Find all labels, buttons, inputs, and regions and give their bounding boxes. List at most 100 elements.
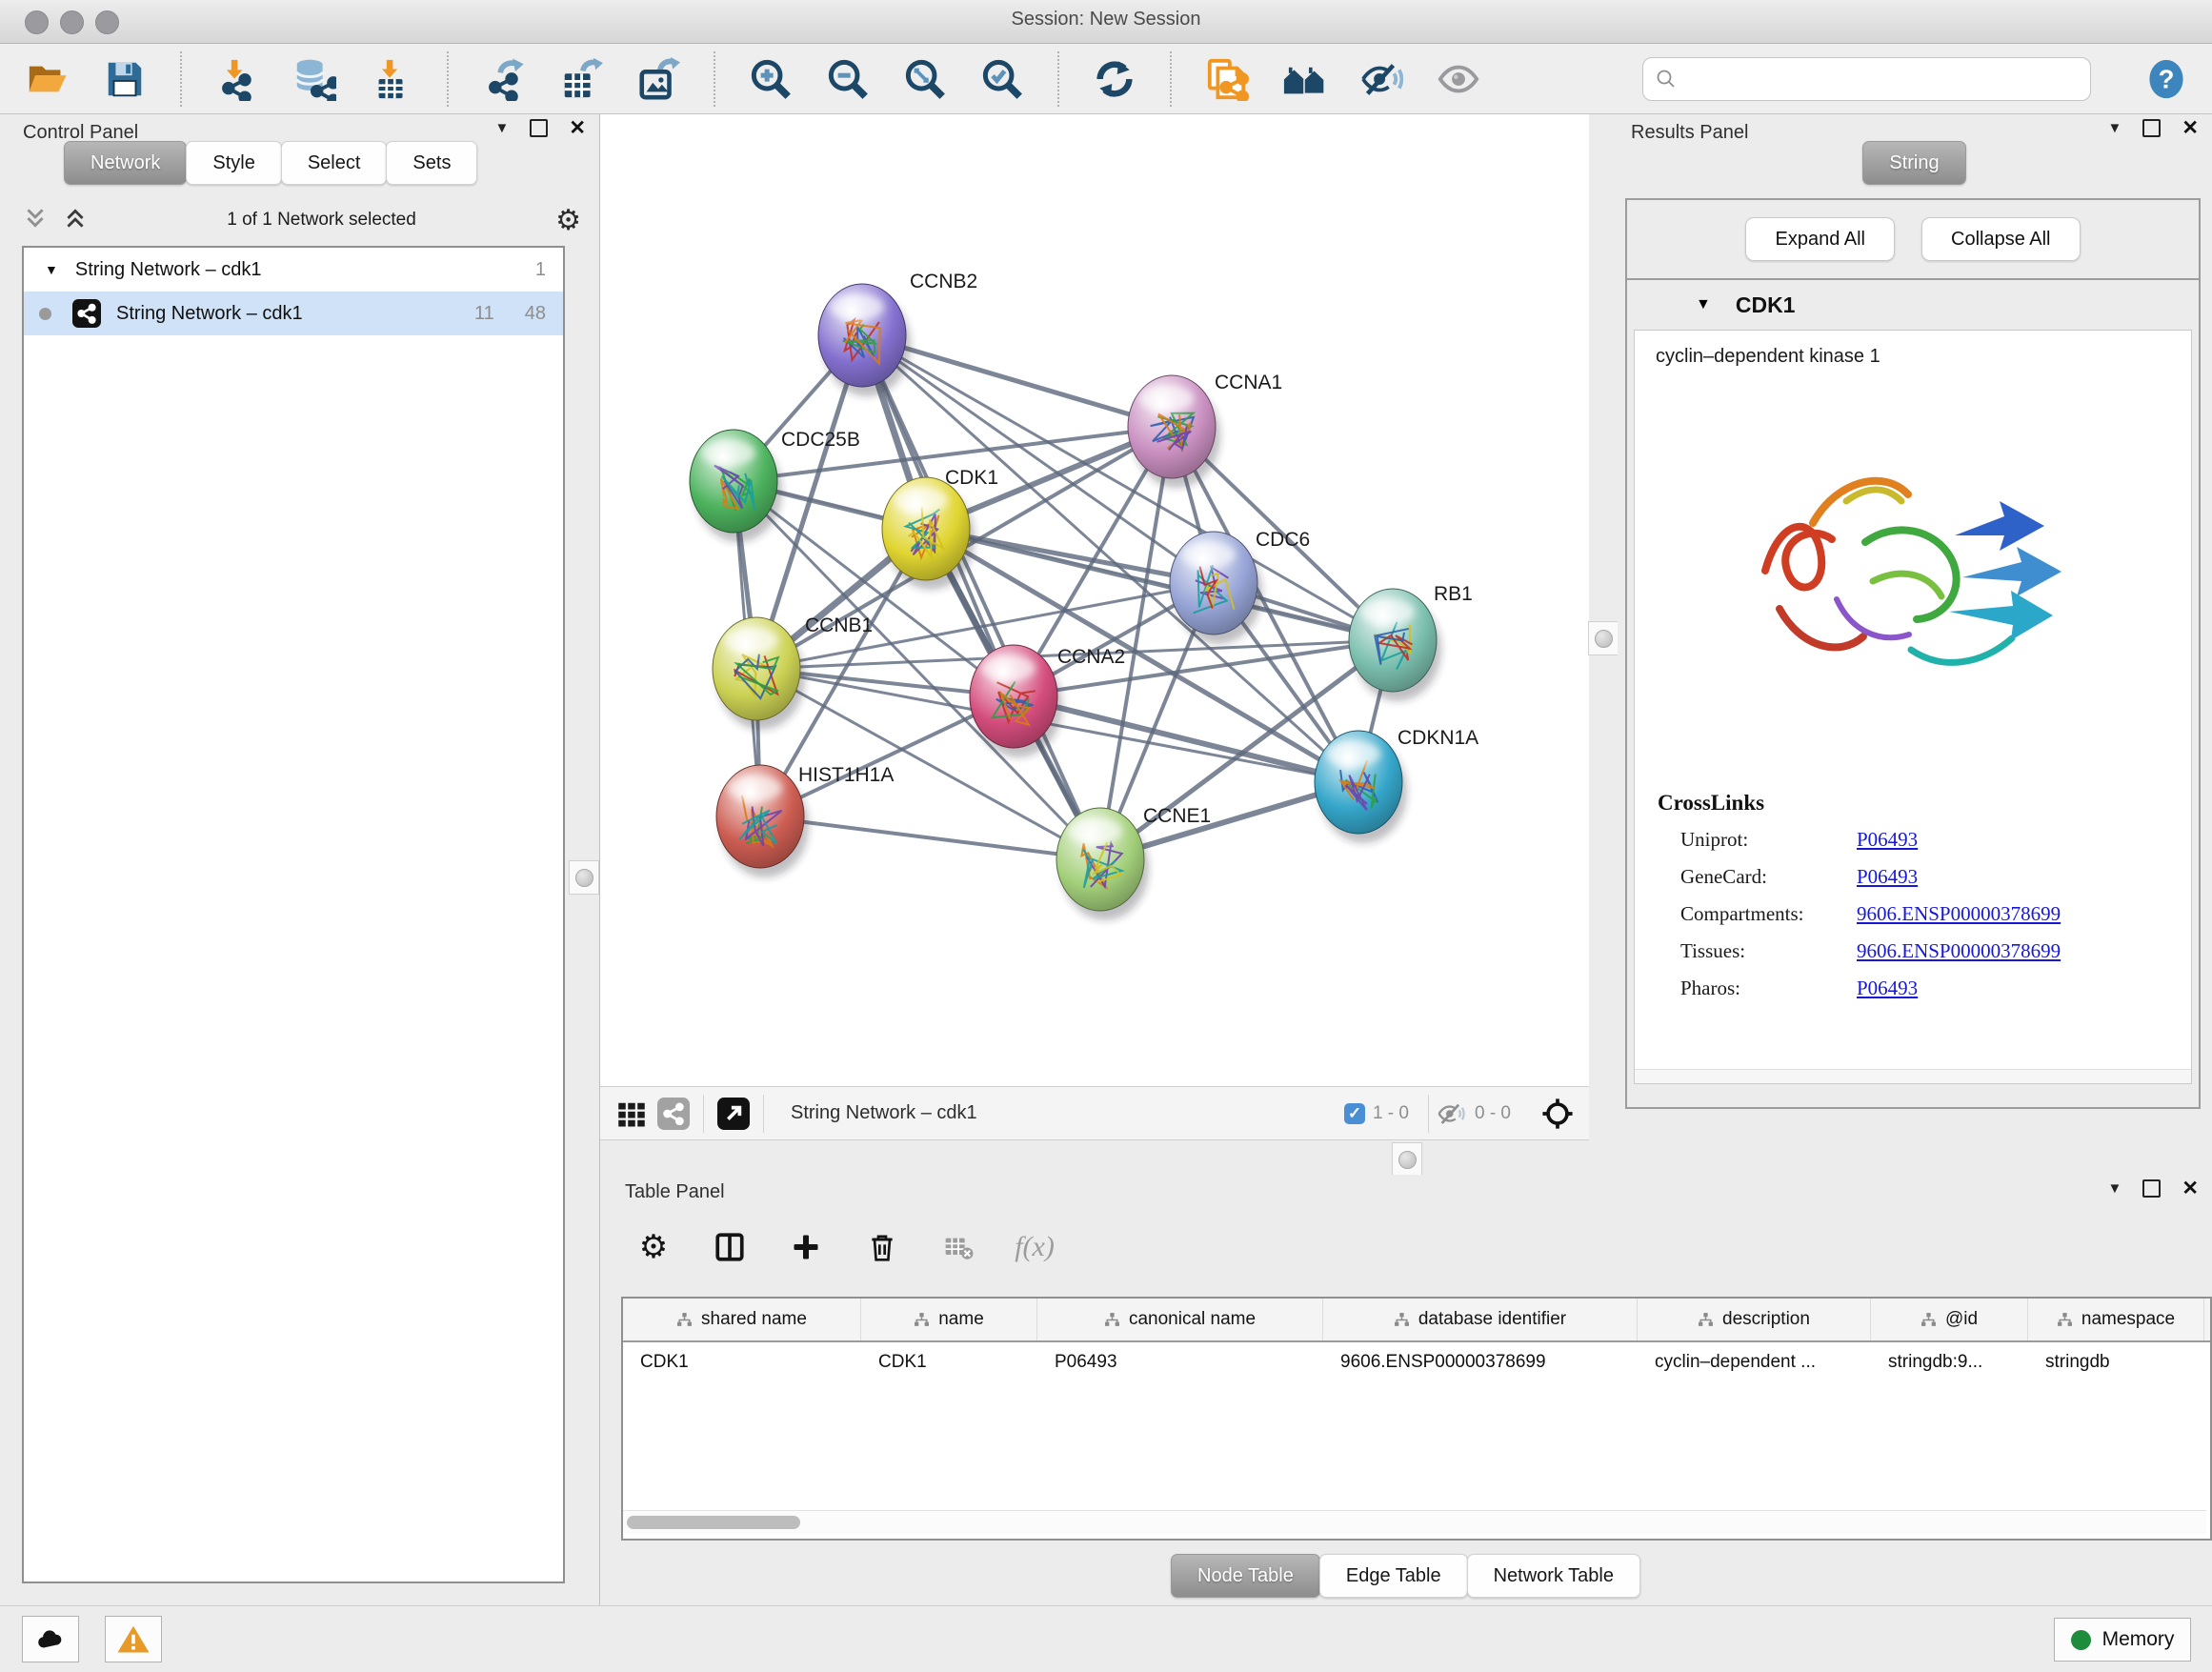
center-view-crosshair-icon[interactable] — [1541, 1098, 1574, 1130]
clone-network-button[interactable] — [1204, 56, 1250, 102]
hidden-elements-eye-slash-icon — [1435, 1098, 1467, 1130]
crosslink-value-link[interactable]: P06493 — [1857, 828, 1918, 852]
column-header-description[interactable]: description — [1638, 1299, 1871, 1340]
export-table-button[interactable] — [558, 56, 604, 102]
tab-style[interactable]: Style — [186, 141, 281, 185]
network-node-RB1[interactable] — [1349, 589, 1441, 701]
tab-select[interactable]: Select — [281, 141, 388, 185]
save-icon — [103, 57, 147, 101]
expand-all-button[interactable]: Expand All — [1745, 217, 1895, 261]
table-scrollbar-thumb[interactable] — [627, 1516, 800, 1529]
hide-selected-button[interactable] — [1358, 56, 1404, 102]
cloud-status-button[interactable] — [22, 1616, 79, 1662]
control-panel: Control Panel ▼ ✕ NetworkStyleSelectSets… — [0, 114, 600, 1605]
open-in-new-window-icon[interactable] — [717, 1098, 750, 1130]
network-node-CCNB2[interactable] — [818, 284, 911, 396]
selected-nodes-checkbox[interactable]: ✓ — [1344, 1103, 1365, 1124]
crosslink-value-link[interactable]: 9606.ENSP00000378699 — [1857, 939, 2061, 963]
table-panel-close-icon[interactable]: ✕ — [2182, 1178, 2199, 1199]
right-splitter[interactable] — [1589, 114, 1618, 1153]
results-scrollbar[interactable] — [1635, 1069, 2191, 1083]
table-panel-float-icon[interactable] — [2142, 1179, 2161, 1198]
column-header-shared-name[interactable]: shared name — [623, 1299, 861, 1340]
crosslink-value-link[interactable]: P06493 — [1857, 865, 1918, 889]
network-edge[interactable] — [760, 816, 1100, 859]
birdseye-view-grid-icon[interactable] — [615, 1098, 648, 1130]
column-header-database-identifier[interactable]: database identifier — [1323, 1299, 1638, 1340]
memory-button[interactable]: Memory — [2054, 1618, 2191, 1662]
open-session-button[interactable] — [25, 56, 70, 102]
gene-section-header[interactable]: ▼ CDK1 — [1627, 280, 2199, 330]
zoom-in-button[interactable] — [748, 56, 794, 102]
network-options-gear-icon[interactable]: ⚙ — [555, 204, 581, 237]
column-header-canonical-name[interactable]: canonical name — [1037, 1299, 1323, 1340]
network-node-CCNB1[interactable] — [713, 617, 805, 730]
control-panel-menu-caret-icon[interactable]: ▼ — [495, 120, 510, 136]
table-options-gear-icon[interactable]: ⚙ — [634, 1228, 673, 1266]
crosslink-value-link[interactable]: P06493 — [1857, 977, 1918, 1000]
network-edge[interactable] — [862, 335, 1100, 859]
network-canvas[interactable]: CCNB2CCNA1CDC25BCDK1CDC6RB1CCNB1CCNA2CDK… — [600, 114, 1589, 1086]
search-box[interactable] — [1642, 57, 2091, 101]
network-row[interactable]: String Network – cdk1 11 48 — [24, 292, 563, 335]
selected-counts: 1 - 0 — [1373, 1103, 1409, 1124]
zoom-out-button[interactable] — [825, 56, 871, 102]
tab-network[interactable]: Network — [64, 141, 187, 185]
table-row[interactable]: CDK1CDK1P064939606.ENSP00000378699cyclin… — [623, 1342, 2210, 1382]
apply-layout-button[interactable] — [1092, 56, 1137, 102]
crosslink-value-link[interactable]: 9606.ENSP00000378699 — [1857, 902, 2061, 926]
zoom-fit-button[interactable] — [902, 56, 948, 102]
expand-all-networks-icon[interactable] — [63, 206, 88, 235]
search-input[interactable] — [1685, 68, 2079, 90]
tab-edge-table[interactable]: Edge Table — [1319, 1554, 1468, 1598]
warnings-button[interactable] — [105, 1616, 162, 1662]
tab-network-table[interactable]: Network Table — [1467, 1554, 1640, 1598]
export-network-button[interactable] — [481, 56, 527, 102]
network-node-HIST1H1A[interactable] — [716, 765, 809, 877]
table-panel-menu-caret-icon[interactable]: ▼ — [2108, 1180, 2122, 1197]
results-panel-float-icon[interactable] — [2142, 119, 2161, 137]
network-node-CDC25B[interactable] — [690, 430, 782, 542]
gene-section: ▼ CDK1 cyclin–dependent kinase 1 — [1625, 278, 2201, 1109]
save-session-button[interactable] — [102, 56, 148, 102]
results-panel-tabs: String — [1618, 141, 2212, 185]
collection-expand-caret-icon[interactable]: ▼ — [45, 262, 58, 277]
show-columns-icon[interactable] — [711, 1228, 749, 1266]
tab-sets[interactable]: Sets — [386, 141, 477, 185]
horizontal-splitter-grip[interactable] — [1392, 1142, 1422, 1177]
tab-node-table[interactable]: Node Table — [1171, 1554, 1320, 1598]
crosslink-row: Compartments:9606.ENSP00000378699 — [1635, 896, 2191, 933]
results-panel-menu-caret-icon[interactable]: ▼ — [2108, 120, 2122, 136]
collapse-all-button[interactable]: Collapse All — [1921, 217, 2081, 261]
right-splitter-grip[interactable] — [1588, 621, 1619, 655]
network-node-CDC6[interactable] — [1170, 532, 1262, 644]
help-button[interactable]: ? — [2145, 58, 2187, 100]
network-node-CCNA1[interactable] — [1128, 375, 1220, 488]
table-horizontal-scrollbar[interactable] — [623, 1510, 2206, 1534]
collapse-all-networks-icon[interactable] — [23, 206, 48, 235]
create-column-plus-icon[interactable] — [787, 1228, 825, 1266]
import-network-database-button[interactable] — [292, 56, 337, 102]
network-node-CCNE1[interactable] — [1056, 808, 1149, 920]
network-collection-row[interactable]: ▼ String Network – cdk1 1 — [24, 248, 563, 292]
toolbar-separator — [714, 51, 715, 107]
import-table-button[interactable] — [369, 56, 414, 102]
column-header-id[interactable]: @id — [1871, 1299, 2028, 1340]
left-splitter-grip[interactable] — [569, 860, 599, 895]
network-node-CDKN1A[interactable] — [1315, 731, 1407, 843]
import-network-file-button[interactable] — [214, 56, 260, 102]
network-node-CDK1[interactable] — [882, 477, 975, 590]
first-neighbors-button[interactable] — [1281, 56, 1327, 102]
column-header-name[interactable]: name — [861, 1299, 1037, 1340]
delete-column-trash-icon[interactable] — [863, 1228, 901, 1266]
column-header-namespace[interactable]: namespace — [2028, 1299, 2204, 1340]
control-panel-float-icon[interactable] — [530, 119, 548, 137]
network-overview-share-icon[interactable] — [657, 1098, 690, 1130]
control-panel-close-icon[interactable]: ✕ — [569, 118, 586, 138]
export-image-button[interactable] — [635, 56, 681, 102]
gene-collapse-caret-icon[interactable]: ▼ — [1696, 296, 1711, 313]
zoom-selected-button[interactable] — [979, 56, 1025, 102]
zoom-out-icon — [826, 57, 870, 101]
results-panel-close-icon[interactable]: ✕ — [2182, 118, 2199, 138]
tab-string[interactable]: String — [1862, 141, 1965, 185]
